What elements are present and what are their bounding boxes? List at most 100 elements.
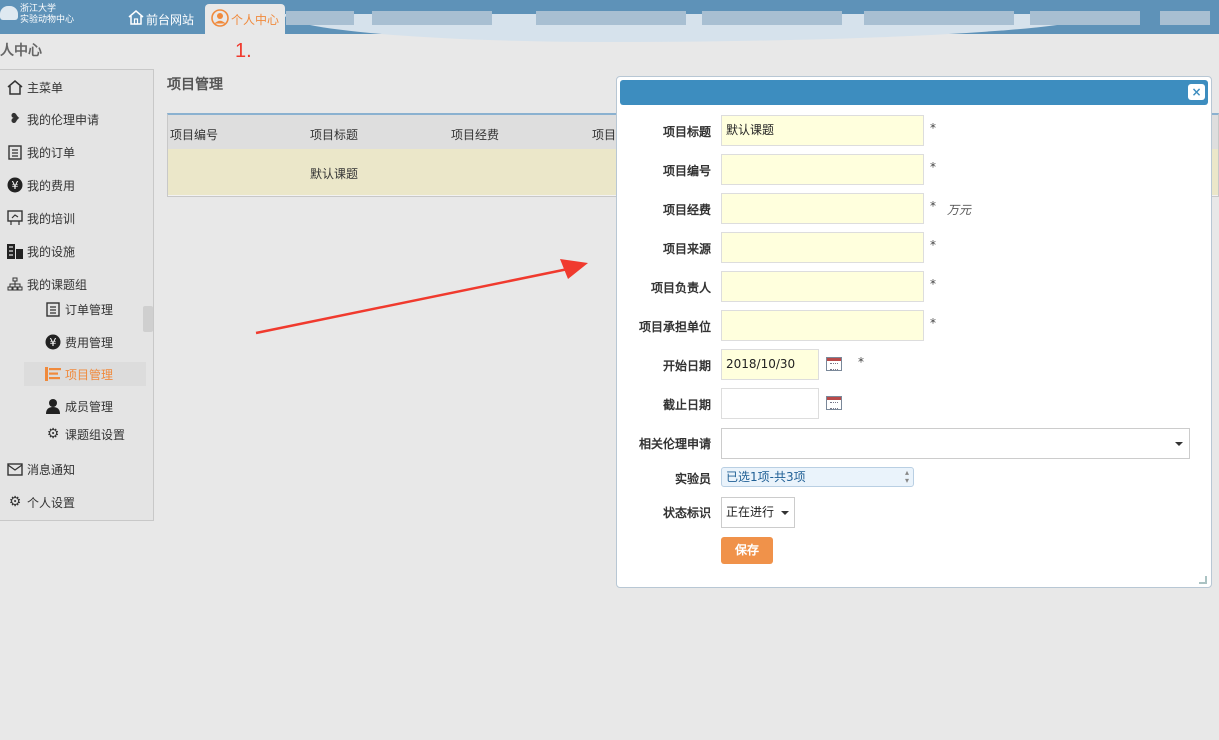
home-icon	[6, 79, 24, 95]
org-chart-icon	[6, 276, 24, 292]
envelope-icon	[6, 461, 24, 477]
required-mark: *	[930, 199, 936, 213]
project-source-input[interactable]	[721, 232, 924, 263]
annotation-step1: 1.	[235, 40, 252, 62]
sidebar-item-fee-management[interactable]: ¥ 费用管理	[44, 330, 113, 354]
required-mark: *	[930, 121, 936, 135]
required-mark: *	[930, 277, 936, 291]
label-experimenter: 实验员	[674, 472, 711, 486]
sidebar-item-label: 订单管理	[65, 302, 114, 317]
tab-personal-center-label: 个人中心	[231, 12, 280, 27]
label-project-title: 项目标题	[662, 125, 711, 139]
column-header[interactable]: 项目标题	[310, 126, 358, 143]
sidebar-item-label: 主菜单	[27, 80, 64, 95]
heart-hand-icon: ❥	[9, 111, 21, 127]
required-mark: *	[930, 238, 936, 252]
sidebar-item-label: 费用管理	[65, 335, 114, 350]
experimenter-multiselect[interactable]: 已选1项-共3项 ▴ ▾	[721, 467, 914, 487]
sidebar: 主菜单 ❥ 我的伦理申请 我的订单 ¥ 我的费用 我的培训 我的设施 我的课题组…	[0, 69, 154, 521]
column-header[interactable]: 项目经费	[451, 126, 499, 143]
sidebar-collapse-handle[interactable]	[143, 306, 153, 332]
label-project-unit: 项目承担单位	[638, 320, 711, 334]
sidebar-item-project-management[interactable]: 项目管理	[24, 362, 146, 386]
sidebar-item-fees[interactable]: ¥ 我的费用	[6, 173, 75, 197]
sidebar-item-orders[interactable]: 我的订单	[6, 140, 75, 164]
gear-icon: ⚙	[8, 494, 22, 510]
sidebar-item-label: 个人设置	[27, 495, 76, 510]
sidebar-item-label: 我的课题组	[27, 277, 88, 292]
resize-handle-icon[interactable]	[1199, 576, 1207, 584]
logo-icon	[0, 6, 18, 20]
sidebar-item-facilities[interactable]: 我的设施	[6, 239, 75, 263]
table-cell-title: 默认课题	[310, 167, 359, 181]
clipboard-icon	[6, 144, 24, 160]
sidebar-item-label: 我的伦理申请	[27, 112, 100, 127]
sidebar-item-main-menu[interactable]: 主菜单	[6, 75, 63, 99]
svg-text:¥: ¥	[12, 179, 19, 192]
calendar-icon[interactable]	[826, 396, 842, 410]
end-date-input[interactable]	[721, 388, 819, 419]
label-status: 状态标识	[662, 506, 711, 520]
calendar-icon[interactable]	[826, 357, 842, 371]
project-number-input[interactable]	[721, 154, 924, 185]
top-bar: 浙江大学 实验动物中心 前台网站 个人中心	[0, 0, 1219, 42]
sidebar-item-label: 我的费用	[27, 178, 76, 193]
page-title: 人中心	[0, 43, 42, 59]
chevron-down-icon	[781, 511, 789, 515]
sidebar-item-label: 项目管理	[65, 367, 114, 382]
home-icon	[128, 10, 144, 28]
status-select[interactable]: 正在进行	[721, 497, 795, 528]
sidebar-item-label: 我的培训	[27, 211, 76, 226]
status-select-value: 正在进行	[726, 505, 775, 519]
column-header[interactable]: 项目	[592, 126, 616, 143]
project-title-input[interactable]: 默认课题	[721, 115, 924, 146]
label-start-date: 开始日期	[662, 359, 711, 373]
column-header[interactable]: 项目编号	[170, 126, 218, 143]
tab-front-site[interactable]: 前台网站	[122, 4, 200, 34]
project-funding-input[interactable]	[721, 193, 924, 224]
svg-text:¥: ¥	[50, 336, 57, 349]
sidebar-item-label: 消息通知	[27, 462, 76, 477]
presentation-icon	[6, 210, 24, 226]
sidebar-item-group-settings[interactable]: ⚙ 课题组设置	[44, 422, 125, 446]
sidebar-item-order-management[interactable]: 订单管理	[44, 297, 113, 321]
logo: 浙江大学 实验动物中心	[0, 2, 115, 32]
yen-icon: ¥	[6, 177, 24, 193]
save-button[interactable]: 保存	[721, 537, 773, 564]
yen-icon: ¥	[44, 334, 62, 350]
funding-unit: 万元	[947, 203, 972, 217]
sidebar-item-ethics[interactable]: ❥ 我的伦理申请	[6, 107, 99, 131]
label-end-date: 截止日期	[662, 398, 711, 412]
start-date-input[interactable]: 2018/10/30	[721, 349, 819, 380]
sidebar-item-group[interactable]: 我的课题组	[6, 272, 87, 296]
experimenter-value: 已选1项-共3项	[726, 470, 806, 484]
project-edit-dialog: × 项目标题 默认课题 * 项目编号 * 项目经费 * 万元 项目来源 * 项目…	[616, 76, 1212, 588]
sidebar-item-label: 课题组设置	[65, 427, 126, 442]
project-unit-input[interactable]	[721, 310, 924, 341]
close-icon[interactable]: ×	[1188, 84, 1205, 100]
sidebar-item-messages[interactable]: 消息通知	[6, 457, 75, 481]
logo-line2: 实验动物中心	[20, 15, 75, 25]
project-leader-input[interactable]	[721, 271, 924, 302]
label-project-number: 项目编号	[662, 164, 711, 178]
tab-personal-center[interactable]: 个人中心	[205, 4, 286, 34]
main-title: 项目管理	[167, 77, 223, 93]
sidebar-item-member-management[interactable]: 成员管理	[44, 394, 113, 418]
logo-line1: 浙江大学	[20, 4, 57, 14]
user-icon	[44, 398, 62, 414]
chevron-down-icon	[1175, 442, 1183, 446]
sidebar-item-label: 我的设施	[27, 244, 76, 259]
required-mark: *	[930, 160, 936, 174]
user-circle-icon	[211, 8, 229, 30]
sidebar-item-label: 我的订单	[27, 145, 76, 160]
sidebar-item-personal-settings[interactable]: ⚙ 个人设置	[6, 490, 75, 514]
annotation-arrow	[255, 259, 588, 335]
required-mark: *	[930, 316, 936, 330]
clipboard-icon	[44, 301, 62, 317]
dialog-title-bar[interactable]: ×	[620, 80, 1208, 105]
label-project-leader: 项目负责人	[650, 281, 711, 295]
sidebar-item-training[interactable]: 我的培训	[6, 206, 75, 230]
building-icon	[6, 243, 24, 259]
ethics-select[interactable]	[721, 428, 1190, 459]
label-project-funding: 项目经费	[662, 203, 711, 217]
